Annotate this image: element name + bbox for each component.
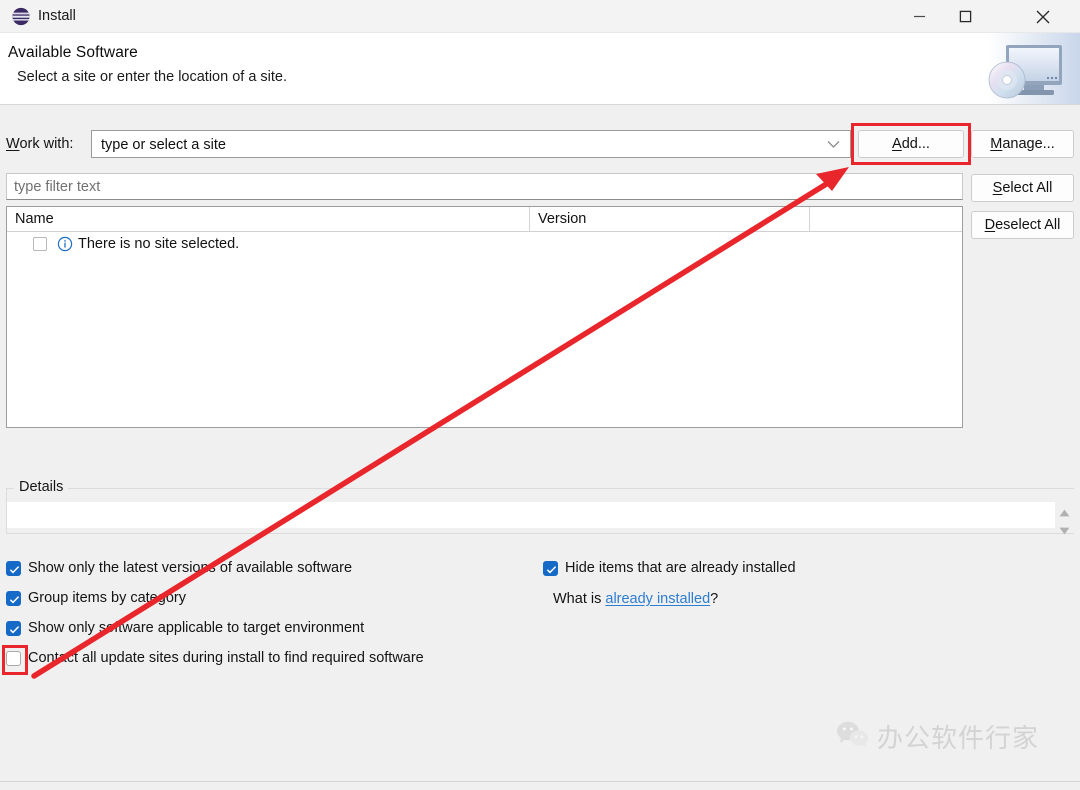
window-title: Install <box>38 8 76 24</box>
group-by-category-label: Group items by category <box>28 590 186 606</box>
details-text-area[interactable] <box>7 502 1055 528</box>
what-is-prefix: What is <box>553 591 606 607</box>
deselect-all-button[interactable]: Deselect All <box>971 211 1074 239</box>
site-combo-value: type or select a site <box>101 137 226 153</box>
page-subtitle: Select a site or enter the location of a… <box>17 69 288 85</box>
deselect-all-mnemonic: D <box>984 217 996 233</box>
work-with-label-rest: ork with: <box>19 136 74 152</box>
manage-button-label: anage... <box>1002 136 1055 152</box>
add-button-mnemonic: A <box>892 136 902 152</box>
row-name-cell: There is no site selected. <box>78 236 240 252</box>
column-divider[interactable] <box>809 207 810 232</box>
details-scrollbar[interactable] <box>1056 502 1073 535</box>
already-installed-link[interactable]: already installed <box>605 591 710 607</box>
install-monitor-disc-icon <box>950 33 1080 104</box>
eclipse-icon <box>10 6 31 27</box>
work-with-label: Work with: <box>6 136 73 152</box>
show-latest-versions-checkbox[interactable] <box>6 561 21 576</box>
contact-update-sites-label: Contact all update sites during install … <box>28 650 424 666</box>
group-by-category-checkbox[interactable] <box>6 591 21 606</box>
hide-installed-label: Hide items that are already installed <box>565 560 796 576</box>
install-dialog: Install Available Software Select a site… <box>0 0 1080 790</box>
select-all-label: elect All <box>1002 180 1053 196</box>
wechat-icon <box>836 720 870 754</box>
dialog-header: Available Software Select a site or ente… <box>0 33 1080 105</box>
deselect-all-label: eselect All <box>995 217 1061 233</box>
filter-placeholder: type filter text <box>14 179 101 195</box>
what-is-installed-text: What is already installed? <box>553 591 718 607</box>
bottom-divider <box>0 781 1080 782</box>
row-checkbox[interactable] <box>33 237 47 251</box>
scroll-up-icon[interactable] <box>1059 504 1070 522</box>
table-row[interactable]: There is no site selected. <box>7 232 962 258</box>
show-applicable-checkbox[interactable] <box>6 621 21 636</box>
manage-button[interactable]: Manage... <box>971 130 1074 158</box>
add-button-label: dd... <box>901 136 930 152</box>
select-all-mnemonic: S <box>992 180 1003 196</box>
hide-installed-checkbox[interactable] <box>543 561 558 576</box>
manage-button-mnemonic: M <box>990 136 1003 152</box>
work-with-mnemonic: W <box>6 136 20 152</box>
minimize-icon[interactable] <box>896 0 942 33</box>
chevron-down-icon[interactable] <box>822 131 844 157</box>
close-icon[interactable] <box>1020 0 1066 33</box>
scroll-down-icon[interactable] <box>1059 522 1070 540</box>
what-is-suffix: ? <box>710 591 719 607</box>
show-latest-versions-label: Show only the latest versions of availab… <box>28 560 353 576</box>
details-legend: Details <box>14 479 69 495</box>
column-header-version[interactable]: Version <box>529 207 809 232</box>
column-header-name[interactable]: Name <box>7 207 529 232</box>
maximize-icon[interactable] <box>942 0 988 33</box>
title-bar: Install <box>0 0 1080 33</box>
contact-all-update-sites-checkbox[interactable] <box>6 651 21 666</box>
filter-input[interactable]: type filter text <box>6 173 963 200</box>
tree-header: Name Version <box>7 207 962 232</box>
add-button[interactable]: Add... <box>858 130 964 158</box>
select-all-button[interactable]: Select All <box>971 174 1074 202</box>
page-title: Available Software <box>8 44 138 61</box>
software-tree[interactable]: Name Version There is no site selected. <box>6 206 963 428</box>
info-icon <box>57 236 73 252</box>
watermark: 办公软件行家 <box>836 718 1039 755</box>
site-combo-box[interactable]: type or select a site <box>91 130 851 158</box>
show-applicable-label: Show only software applicable to target … <box>28 620 365 636</box>
watermark-text: 办公软件行家 <box>877 724 1040 754</box>
